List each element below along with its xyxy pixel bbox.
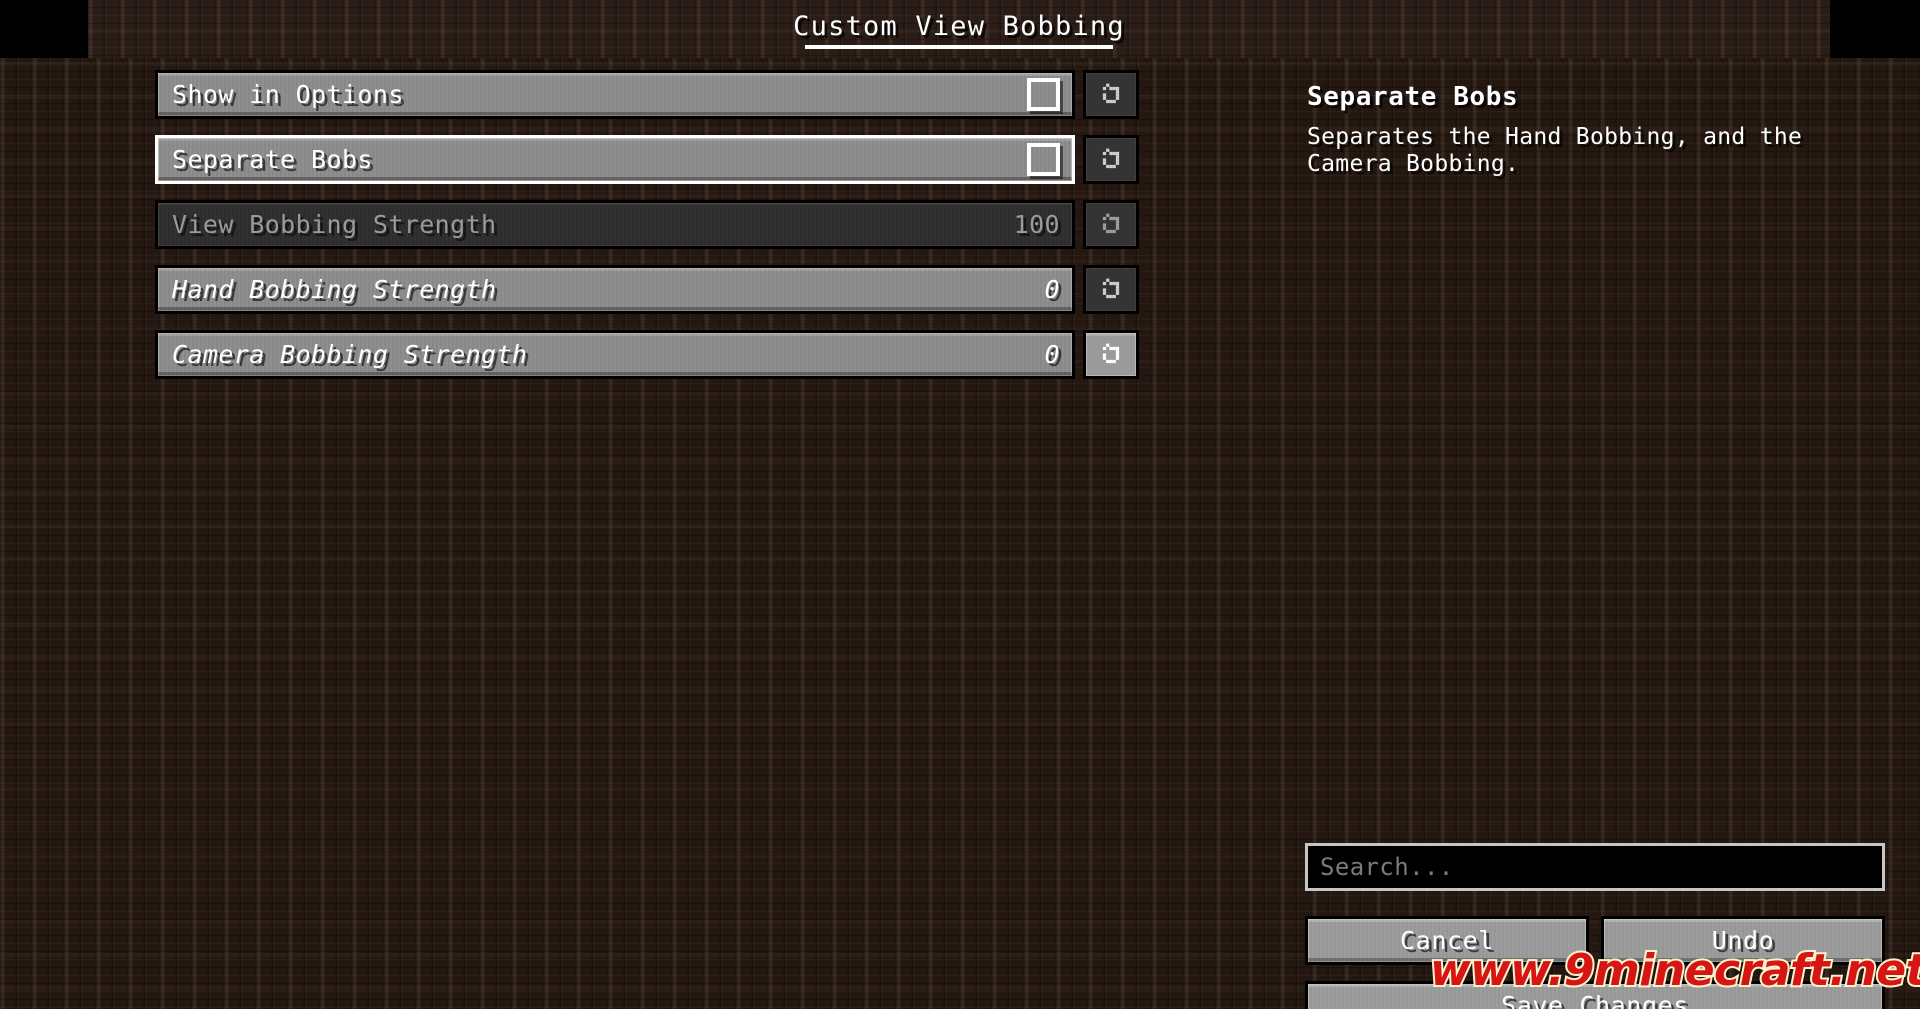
search-placeholder: Search... bbox=[1320, 853, 1454, 881]
slider-camera-bobbing-strength[interactable]: Camera Bobbing Strength 0 bbox=[155, 330, 1075, 379]
header-notch-right bbox=[1830, 0, 1920, 58]
toggle-separate-bobs[interactable]: Separate Bobs bbox=[155, 135, 1075, 184]
checkbox-separate-bobs[interactable] bbox=[1027, 143, 1060, 176]
slider-view-bobbing-strength: View Bobbing Strength 100 bbox=[155, 200, 1075, 249]
reset-button-view-bobbing-strength[interactable] bbox=[1083, 200, 1139, 249]
option-label: Camera Bobbing Strength bbox=[172, 340, 528, 369]
reset-button-show-in-options[interactable] bbox=[1083, 70, 1139, 119]
search-input[interactable]: Search... bbox=[1305, 843, 1885, 891]
title-tab-bar: Custom View Bobbing bbox=[88, 0, 1830, 58]
reset-arrow-icon bbox=[1102, 148, 1120, 168]
description-body: Separates the Hand Bobbing, and the Came… bbox=[1307, 124, 1803, 177]
checkbox-show-in-options[interactable] bbox=[1027, 78, 1060, 111]
option-list: Show in Options Separate Bobs View Bobbi… bbox=[155, 70, 1139, 395]
option-value: 0 bbox=[1044, 340, 1060, 369]
page-title: Custom View Bobbing bbox=[793, 11, 1125, 42]
option-row-hand-bobbing-strength: Hand Bobbing Strength 0 bbox=[155, 265, 1139, 314]
title-tab[interactable]: Custom View Bobbing bbox=[88, 0, 1830, 58]
content-area: Show in Options Separate Bobs View Bobbi… bbox=[0, 58, 1920, 1009]
description-panel: Separate Bobs Separates the Hand Bobbing… bbox=[1275, 58, 1920, 1009]
reset-arrow-icon bbox=[1102, 213, 1120, 233]
minecraft-config-screen: Custom View Bobbing Show in Options Sepa… bbox=[0, 0, 1920, 1009]
reset-arrow-icon bbox=[1102, 278, 1120, 298]
option-row-separate-bobs: Separate Bobs bbox=[155, 135, 1139, 184]
option-label: Show in Options bbox=[172, 80, 404, 109]
header-notch-left bbox=[0, 0, 88, 58]
site-watermark: www.9minecraft.net bbox=[1428, 943, 1920, 998]
option-label: Hand Bobbing Strength bbox=[172, 275, 497, 304]
option-value: 100 bbox=[1013, 210, 1060, 239]
option-label: Separate Bobs bbox=[172, 145, 373, 174]
reset-button-camera-bobbing-strength[interactable] bbox=[1083, 330, 1139, 379]
option-label: View Bobbing Strength bbox=[172, 210, 497, 239]
option-row-view-bobbing-strength: View Bobbing Strength 100 bbox=[155, 200, 1139, 249]
description-title: Separate Bobs bbox=[1307, 82, 1519, 112]
option-row-show-in-options: Show in Options bbox=[155, 70, 1139, 119]
reset-arrow-icon bbox=[1102, 343, 1120, 363]
reset-button-hand-bobbing-strength[interactable] bbox=[1083, 265, 1139, 314]
active-tab-underline bbox=[805, 45, 1113, 49]
toggle-show-in-options[interactable]: Show in Options bbox=[155, 70, 1075, 119]
reset-arrow-icon bbox=[1102, 83, 1120, 103]
reset-button-separate-bobs[interactable] bbox=[1083, 135, 1139, 184]
option-row-camera-bobbing-strength: Camera Bobbing Strength 0 bbox=[155, 330, 1139, 379]
slider-hand-bobbing-strength[interactable]: Hand Bobbing Strength 0 bbox=[155, 265, 1075, 314]
option-value: 0 bbox=[1044, 275, 1060, 304]
